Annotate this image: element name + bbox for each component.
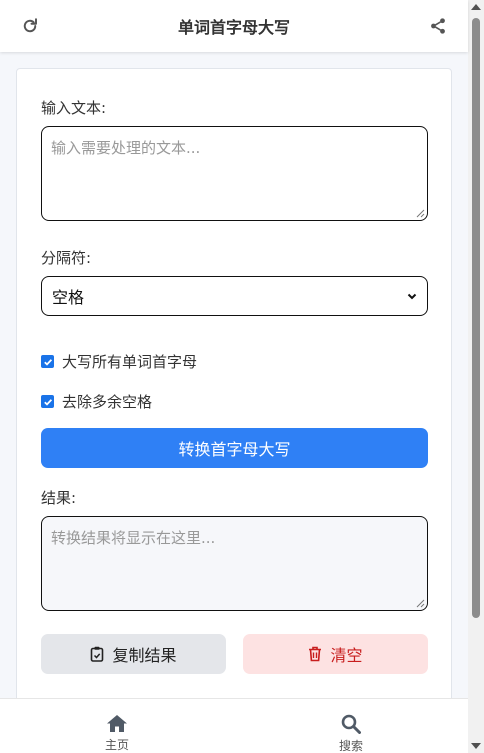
page-title: 单词首字母大写	[177, 18, 290, 37]
scrollbar[interactable]	[468, 0, 484, 753]
converter-card: 输入文本: 输入需要处理的文本... 分隔符: 空格 大写所有单词首字母 去除多…	[16, 68, 452, 753]
share-icon	[431, 18, 445, 34]
bottom-nav: 主页 搜索	[0, 698, 468, 753]
refresh-button[interactable]	[18, 14, 42, 38]
capitalize-all-label: 大写所有单词首字母	[62, 353, 198, 371]
remove-spaces-option[interactable]: 去除多余空格	[41, 391, 152, 412]
result-label: 结果:	[41, 489, 77, 507]
separator-label: 分隔符:	[41, 249, 92, 267]
checkmark-icon	[43, 398, 52, 406]
result-textarea[interactable]: 转换结果将显示在这里...	[41, 516, 428, 611]
refresh-icon	[23, 18, 37, 33]
scroll-up-icon[interactable]	[471, 4, 481, 10]
search-icon	[341, 714, 361, 734]
app-page: 单词首字母大写 输入文本: 输入需要处理的文本... 分隔符: 空格 大写所有单…	[0, 0, 484, 753]
input-label: 输入文本:	[41, 99, 107, 117]
top-bar: 单词首字母大写	[0, 0, 468, 52]
capitalize-all-checkbox[interactable]	[41, 355, 54, 368]
capitalize-all-option[interactable]: 大写所有单词首字母	[41, 351, 197, 372]
result-placeholder: 转换结果将显示在这里...	[51, 529, 216, 547]
resize-grip-icon[interactable]	[416, 209, 425, 218]
clear-button[interactable]: 清空	[243, 634, 428, 674]
trash-icon	[309, 646, 322, 662]
remove-spaces-checkbox[interactable]	[41, 395, 54, 408]
separator-select[interactable]: 空格	[41, 276, 428, 316]
remove-spaces-label: 去除多余空格	[62, 393, 153, 411]
input-textarea[interactable]: 输入需要处理的文本...	[41, 126, 428, 221]
resize-grip-icon[interactable]	[416, 599, 425, 608]
checkmark-icon	[43, 358, 52, 366]
scroll-thumb[interactable]	[472, 18, 480, 618]
convert-button[interactable]: 转换首字母大写	[41, 428, 428, 468]
separator-selected-value: 空格	[52, 288, 85, 307]
copy-result-button[interactable]: 复制结果	[41, 634, 226, 674]
input-placeholder: 输入需要处理的文本...	[51, 139, 201, 157]
nav-label-search: 搜索	[338, 739, 363, 753]
nav-item-home[interactable]: 主页	[57, 699, 177, 753]
clear-label: 清空	[330, 646, 363, 665]
home-icon	[107, 715, 127, 732]
share-button[interactable]	[426, 14, 450, 38]
nav-item-search[interactable]: 搜索	[291, 699, 411, 753]
clipboard-icon	[91, 646, 104, 662]
chevron-down-icon	[407, 293, 417, 300]
nav-label-home: 主页	[104, 738, 129, 752]
scroll-down-icon[interactable]	[471, 743, 481, 749]
copy-result-label: 复制结果	[112, 646, 177, 665]
